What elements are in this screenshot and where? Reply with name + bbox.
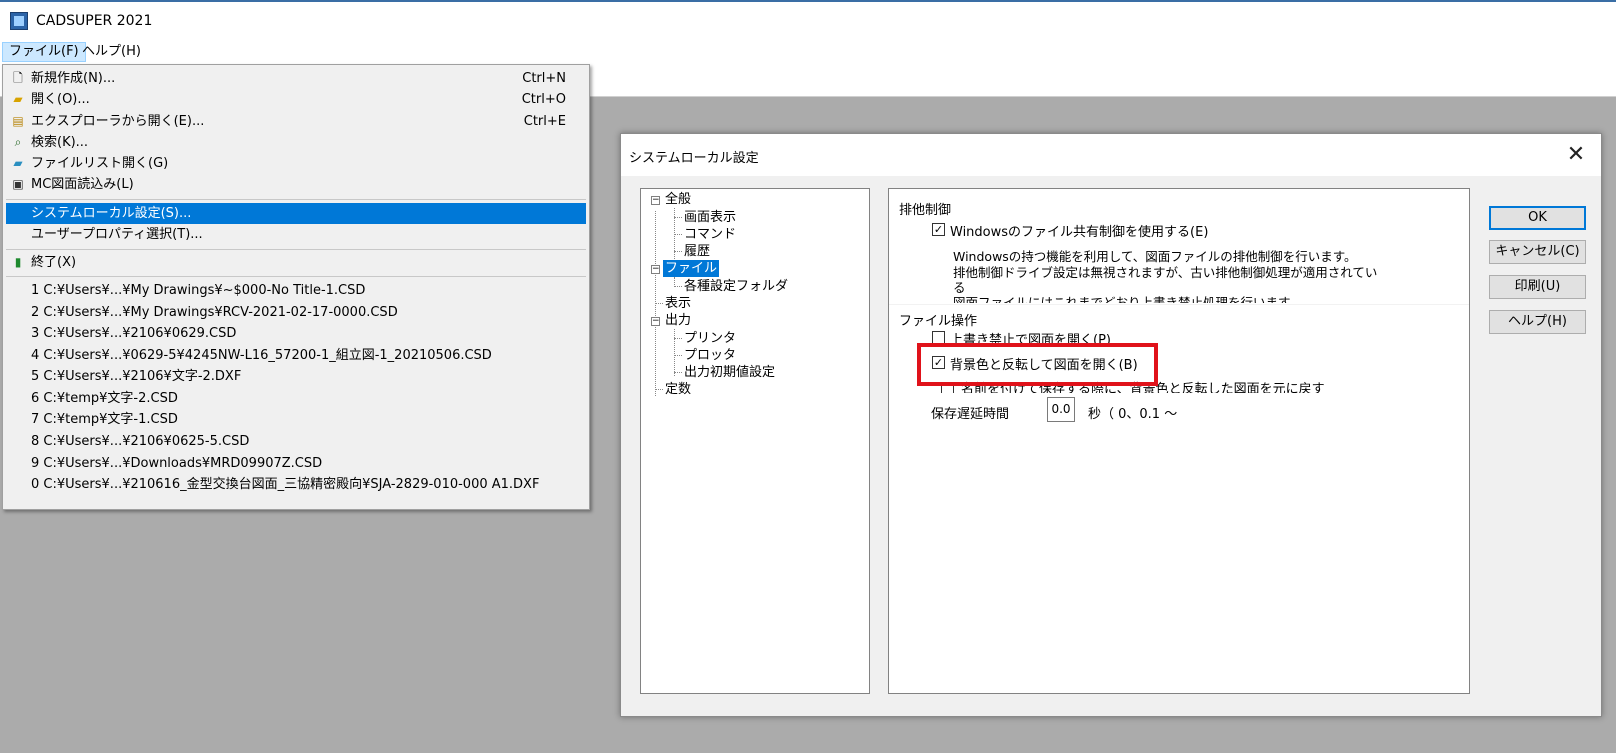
tree-line <box>674 234 682 235</box>
menu-item-system-local-settings[interactable]: システムローカル設定(S)... <box>6 203 586 224</box>
recent-file-item[interactable]: 5 C:¥Users¥...¥2106¥文字-2.DXF <box>6 366 586 387</box>
recent-file-item[interactable]: 7 C:¥temp¥文字-1.CSD <box>6 409 586 430</box>
tree-line <box>674 329 675 376</box>
app-icon <box>10 12 28 30</box>
save-delay-input[interactable]: 0.0 <box>1047 397 1075 422</box>
menu-separator <box>6 199 586 200</box>
tree-collapse-toggle[interactable]: − <box>651 265 660 274</box>
tree-line <box>655 303 663 304</box>
tree-line <box>674 217 682 218</box>
close-icon[interactable]: ✕ <box>1561 140 1591 170</box>
overwrite-protect-label[interactable]: 上書き禁止で図面を開く(P) <box>950 331 1111 343</box>
save-delay-unit: 秒（ 0、0.1 〜 <box>1088 407 1178 422</box>
settings-tree: − 全般 画面表示 コマンド 履歴 − ファイル 各種設定フォルダ 表示 − 出… <box>640 188 870 694</box>
tree-node-display[interactable]: 表示 <box>665 295 691 312</box>
file-list-icon: ▰ <box>13 156 23 170</box>
tree-node-output[interactable]: 出力 <box>665 312 691 329</box>
tree-line <box>655 389 663 390</box>
tree-node-constants[interactable]: 定数 <box>665 381 691 398</box>
tree-collapse-toggle[interactable]: − <box>651 317 660 326</box>
menu-item-exit[interactable]: ▮ 終了(X) <box>6 252 586 273</box>
mc-drawing-icon: ▣ <box>12 177 24 191</box>
recent-file-item[interactable]: 9 C:¥Users¥...¥Downloads¥MRD09907Z.CSD <box>6 453 586 474</box>
explorer-icon: ▤ <box>12 114 24 128</box>
tree-line <box>674 372 682 373</box>
tree-node-file[interactable]: ファイル <box>663 260 720 277</box>
tree-node-folders[interactable]: 各種設定フォルダ <box>684 278 788 295</box>
exit-icon: ▮ <box>14 255 22 269</box>
cancel-button[interactable]: キャンセル(C) <box>1489 240 1586 264</box>
system-local-settings-dialog: システムローカル設定 ✕ − 全般 画面表示 コマンド 履歴 − ファイル 各種… <box>620 133 1602 717</box>
app-title: CADSUPER 2021 <box>36 13 153 29</box>
windows-share-label[interactable]: Windowsのファイル共有制御を使用する(E) <box>950 221 1208 240</box>
tree-line <box>674 355 682 356</box>
tree-node-screen[interactable]: 画面表示 <box>684 209 736 226</box>
save-delay-label: 保存遅延時間 <box>931 407 1010 422</box>
menu-item-new[interactable]: 🗋 新規作成(N)... Ctrl+N <box>6 68 586 89</box>
tree-line <box>674 286 682 287</box>
description-clip: 図面ファイルにはこれまでどおり上書き禁止処理を行います。 <box>949 292 1429 303</box>
description-line: 排他制御ドライブ設定は無視されますが、古い排他制御処理が適用されてい <box>953 265 1378 280</box>
menu-help[interactable]: ヘルプ(H) <box>76 42 147 62</box>
dialog-title-bar: システムローカル設定 ✕ <box>621 134 1601 176</box>
tree-node-history[interactable]: 履歴 <box>684 243 710 260</box>
recent-file-item[interactable]: 6 C:¥temp¥文字-2.CSD <box>6 388 586 409</box>
menu-item-open[interactable]: ▰ 開く(O)... Ctrl+O <box>6 89 586 110</box>
tree-line <box>674 338 682 339</box>
title-bar: CADSUPER 2021 <box>0 0 1616 40</box>
help-button[interactable]: ヘルプ(H) <box>1489 310 1586 334</box>
dialog-title: システムローカル設定 <box>629 151 759 166</box>
tree-node-output-defaults[interactable]: 出力初期値設定 <box>684 364 775 381</box>
windows-share-checkbox[interactable]: ✓ <box>932 223 945 236</box>
recent-file-item[interactable]: 8 C:¥Users¥...¥2106¥0625-5.CSD <box>6 431 586 452</box>
tree-node-general[interactable]: 全般 <box>665 191 691 208</box>
group-divider <box>889 304 1469 305</box>
print-button[interactable]: 印刷(U) <box>1489 275 1586 299</box>
open-folder-icon: ▰ <box>13 92 23 106</box>
recent-file-item[interactable]: 0 C:¥Users¥...¥210616_金型交換台図面_三協精密殿向¥SJA… <box>6 474 586 495</box>
menu-item-search[interactable]: ⌕ 検索(K)... <box>6 132 586 153</box>
menu-bar: ファイル(F) ヘルプ(H) <box>0 40 1616 64</box>
menu-item-file-list[interactable]: ▰ ファイルリスト開く(G) <box>6 153 586 174</box>
menu-item-open-explorer[interactable]: ▤ エクスプローラから開く(E)... Ctrl+E <box>6 111 586 132</box>
menu-item-user-property[interactable]: ユーザープロパティ選択(T)... <box>6 224 586 245</box>
search-icon: ⌕ <box>14 135 22 149</box>
ok-button[interactable]: OK <box>1489 206 1586 230</box>
overwrite-row-clip: 上書き禁止で図面を開く(P) <box>929 331 1349 343</box>
tree-node-command[interactable]: コマンド <box>684 226 736 243</box>
overwrite-protect-checkbox[interactable] <box>932 331 945 343</box>
menu-separator <box>6 276 586 277</box>
menu-separator <box>6 249 586 250</box>
recent-file-item[interactable]: 1 C:¥Users¥...¥My Drawings¥~$000-No Titl… <box>6 280 586 301</box>
tree-node-plotter[interactable]: プロッタ <box>684 347 736 364</box>
tree-collapse-toggle[interactable]: − <box>651 196 660 205</box>
recent-file-item[interactable]: 4 C:¥Users¥...¥0629-5¥4245NW-L16_57200-1… <box>6 345 586 366</box>
menu-file[interactable]: ファイル(F) <box>2 42 86 62</box>
recent-file-item[interactable]: 2 C:¥Users¥...¥My Drawings¥RCV-2021-02-1… <box>6 302 586 323</box>
menu-item-mc-drawing[interactable]: ▣ MC図面読込み(L) <box>6 174 586 195</box>
new-document-icon: 🗋 <box>13 71 23 85</box>
settings-panel: 排他制御 ✓ Windowsのファイル共有制御を使用する(E) Windowsの… <box>888 188 1470 694</box>
tree-node-printer[interactable]: プリンタ <box>684 330 736 347</box>
annotation-highlight-box <box>917 343 1158 386</box>
file-menu-dropdown: 🗋 新規作成(N)... Ctrl+N ▰ 開く(O)... Ctrl+O ▤ … <box>2 64 590 510</box>
file-operations-heading: ファイル操作 <box>899 314 978 329</box>
tree-line <box>674 251 682 252</box>
exclusive-control-heading: 排他制御 <box>899 203 952 218</box>
recent-file-item[interactable]: 3 C:¥Users¥...¥2106¥0629.CSD <box>6 323 586 344</box>
description-line: 図面ファイルにはこれまでどおり上書き禁止処理を行います。 <box>953 295 1302 303</box>
